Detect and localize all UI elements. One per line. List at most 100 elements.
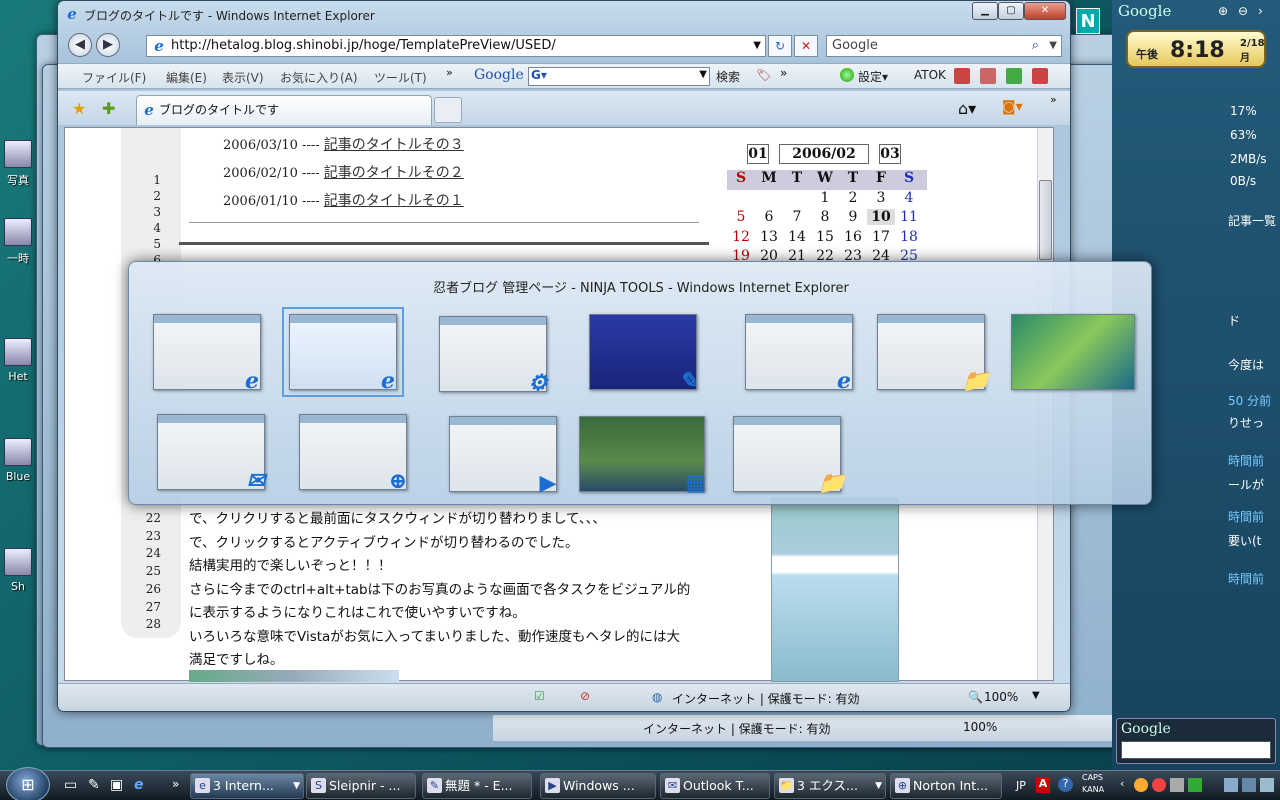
tray-icon-7[interactable] xyxy=(1260,778,1274,792)
calendar-day[interactable]: 5 xyxy=(727,209,755,225)
taskbar-button[interactable]: ✉ Outlook T... xyxy=(660,773,770,799)
google-search-button[interactable]: 検索 xyxy=(716,68,740,85)
calendar-day[interactable]: 8 xyxy=(811,209,839,225)
window-titlebar[interactable]: e ブログのタイトルです - Windows Internet Explorer… xyxy=(58,1,1070,29)
quicklaunch-notepad-icon[interactable]: ✎ xyxy=(88,777,100,793)
feed-item[interactable]: ド xyxy=(1228,312,1240,329)
tray-expand-icon[interactable]: ‹ xyxy=(1120,777,1124,790)
taskbar-button[interactable]: S Sleipnir - ... xyxy=(306,773,416,799)
status-zoom[interactable]: 100% xyxy=(984,690,1018,704)
forward-button[interactable]: ▶ xyxy=(96,33,120,57)
atok-tool-icon-3[interactable] xyxy=(1006,68,1022,84)
refresh-button[interactable]: ↻ xyxy=(768,35,792,57)
feed-item[interactable]: 今度は xyxy=(1228,356,1264,373)
calendar-day[interactable]: 3 xyxy=(867,190,895,206)
feed-item[interactable]: 時間前 xyxy=(1228,452,1264,469)
feed-item[interactable]: 要い(t xyxy=(1228,532,1261,549)
close-button[interactable]: ✕ xyxy=(1024,2,1066,20)
feeds-icon[interactable]: ◙▾ xyxy=(1002,99,1023,115)
tray-lang[interactable]: JP xyxy=(1016,779,1026,792)
blog-banner-image[interactable] xyxy=(771,498,899,682)
menu-item[interactable]: ファイル(F) xyxy=(82,69,146,86)
switcher-thumb-ie-window-1[interactable]: e xyxy=(153,314,261,394)
menu-item[interactable]: ツール(T) xyxy=(374,69,427,86)
calendar-day[interactable]: 18 xyxy=(895,229,923,245)
switcher-thumb-ie-window-3[interactable]: e xyxy=(745,314,853,394)
switcher-thumb-editor-window[interactable]: ✎ xyxy=(589,314,697,394)
toolbar-tag-icon[interactable]: 🏷 xyxy=(756,68,771,82)
home-icon[interactable]: ⌂▾ xyxy=(958,99,976,118)
sidebar-next-icon[interactable]: › xyxy=(1258,4,1263,18)
tray-adobe-icon[interactable]: A xyxy=(1036,777,1050,793)
tray-icon-6[interactable] xyxy=(1242,778,1256,792)
calendar-prev-month[interactable]: 01 xyxy=(747,144,769,164)
address-dropdown-icon[interactable]: ▼ xyxy=(753,36,761,56)
calendar-day[interactable]: 13 xyxy=(755,229,783,245)
switcher-thumb-explorer-window-2[interactable]: 📁 xyxy=(733,416,846,496)
switcher-thumb-outlook-window[interactable]: ✉ xyxy=(157,414,265,494)
google-search-gadget-input[interactable] xyxy=(1121,741,1271,759)
ninja-n-icon[interactable]: N xyxy=(1076,8,1100,34)
tray-icon-2[interactable] xyxy=(1152,778,1166,792)
tab-blog[interactable]: e ブログのタイトルです xyxy=(136,95,432,125)
maximize-button[interactable]: ▢ xyxy=(998,2,1024,20)
new-tab-button[interactable] xyxy=(434,97,462,123)
switcher-thumb-media-player-window[interactable]: ▶ xyxy=(449,416,557,496)
feed-item[interactable]: ールが xyxy=(1228,476,1264,493)
tray-icon-5[interactable] xyxy=(1224,778,1238,792)
atok-tool-icon-4[interactable] xyxy=(1032,68,1048,84)
quicklaunch-desktop-icon[interactable]: ▭ xyxy=(64,777,77,793)
desktop-icon[interactable]: Sh xyxy=(2,548,34,608)
article-image[interactable] xyxy=(189,670,399,682)
taskbar-button[interactable]: e3 Intern... ▼ xyxy=(190,773,304,799)
calendar-next-month[interactable]: 03 xyxy=(879,144,901,164)
calendar-day[interactable]: 11 xyxy=(895,209,923,225)
calendar-day[interactable]: 12 xyxy=(727,229,755,245)
calendar-day[interactable]: 6 xyxy=(755,209,783,225)
calendar-day[interactable]: 10 xyxy=(867,209,895,225)
desktop-icon[interactable]: 一時 xyxy=(2,218,34,278)
sidebar-menu-icon[interactable]: ⊖ xyxy=(1238,4,1248,18)
quicklaunch-more-icon[interactable]: » xyxy=(172,777,179,791)
minimize-button[interactable]: ▁ xyxy=(972,2,998,20)
taskbar-button[interactable]: 📁 3 エクス... ▼ xyxy=(774,773,886,799)
calendar-day[interactable]: 7 xyxy=(783,209,811,225)
bg-status-zoom[interactable]: 100% xyxy=(963,720,997,734)
search-dropdown-icon[interactable]: ▼ xyxy=(1049,36,1057,56)
calendar-day[interactable]: 14 xyxy=(783,229,811,245)
menu-chevron-icon[interactable]: » xyxy=(446,66,453,79)
toolbar-chevron-icon[interactable]: » xyxy=(780,66,787,80)
atok-tool-icon-1[interactable] xyxy=(954,68,970,84)
status-popup-icon[interactable]: ⊘ xyxy=(580,689,590,703)
calendar-day[interactable]: 15 xyxy=(811,229,839,245)
google-search-dropdown-icon[interactable]: ▼ xyxy=(699,69,707,80)
switcher-thumb-explorer-window-1[interactable]: 📁 xyxy=(877,314,990,394)
scrollbar-thumb[interactable] xyxy=(1039,180,1052,260)
calendar-day[interactable]: 4 xyxy=(895,190,923,206)
menu-item[interactable]: お気に入り(A) xyxy=(280,69,358,86)
tray-icon-4[interactable] xyxy=(1188,778,1202,792)
start-button[interactable]: ⊞ xyxy=(6,767,50,800)
feed-item[interactable]: 時間前 xyxy=(1228,508,1264,525)
desktop-icon[interactable]: Blue xyxy=(2,438,34,498)
calendar-day[interactable]: 1 xyxy=(811,190,839,206)
google-settings-button[interactable]: 設定▾ xyxy=(858,68,888,85)
entry-title-link[interactable]: 記事のタイトルその１ xyxy=(324,193,464,209)
sidebar-add-icon[interactable]: ⊕ xyxy=(1218,4,1228,18)
switcher-thumb-app-window[interactable]: ⚙ xyxy=(439,316,548,396)
feed-item[interactable]: 記事一覧 xyxy=(1228,212,1276,229)
tabsrow-chevron-icon[interactable]: » xyxy=(1050,93,1057,106)
atok-tool-icon-2[interactable] xyxy=(980,68,996,84)
desktop-icon[interactable]: 写真 xyxy=(2,140,34,200)
tray-icon-1[interactable] xyxy=(1134,778,1148,792)
taskbar-group-arrow-icon[interactable]: ▼ xyxy=(293,774,300,798)
switcher-thumb-flip3d-window[interactable]: ▦ xyxy=(579,416,706,496)
menu-item[interactable]: 表示(V) xyxy=(222,69,264,86)
tray-icon-3[interactable] xyxy=(1170,778,1184,792)
stop-button[interactable]: ✕ xyxy=(794,35,818,57)
taskbar-button[interactable]: ⊕ Norton Int... xyxy=(890,773,1002,799)
search-icon[interactable]: ⌕ xyxy=(1032,36,1039,56)
switcher-thumb-norton-window[interactable]: ⊕ xyxy=(299,414,407,494)
calendar-day[interactable]: 16 xyxy=(839,229,867,245)
back-button[interactable]: ◀ xyxy=(68,33,92,57)
